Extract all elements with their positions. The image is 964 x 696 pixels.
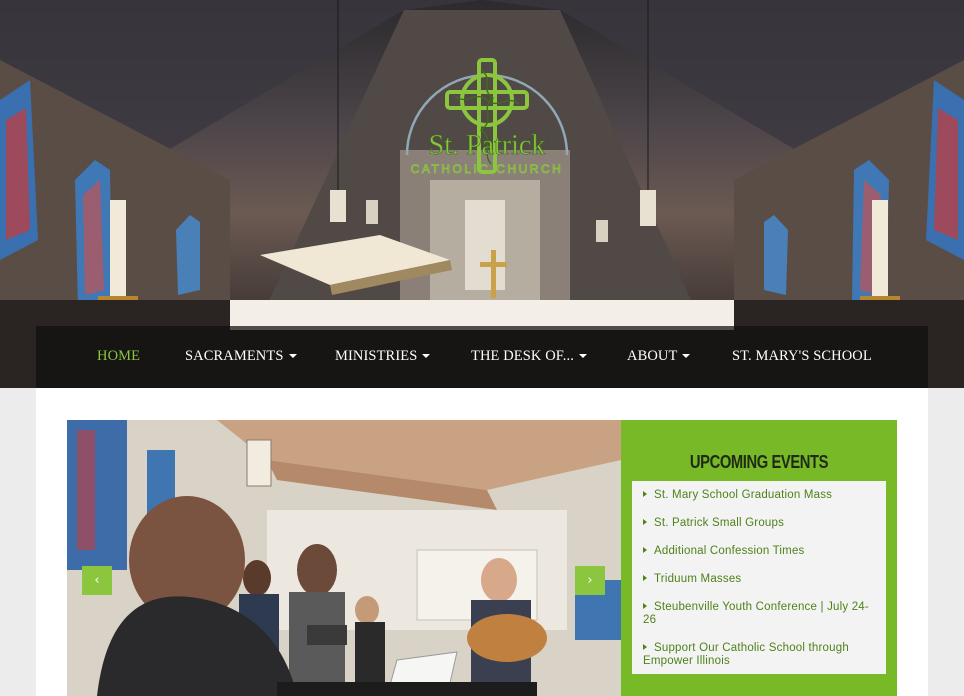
nav-item-ministries[interactable]: MINISTRIES — [335, 348, 431, 368]
event-link[interactable]: Support Our Catholic School through Empo… — [643, 642, 879, 668]
nav-item-home[interactable]: HOME — [97, 348, 140, 368]
nav-item-about[interactable]: ABOUT — [627, 348, 691, 368]
upcoming-events-panel: UPCOMING EVENTS St. Mary School Graduati… — [621, 420, 897, 696]
event-link[interactable]: Steubenville Youth Conference | July 24-… — [643, 601, 879, 627]
caret-right-icon — [643, 519, 647, 525]
event-label: Additional Confession Times — [654, 545, 805, 557]
logo-name-line1: St. Patrick — [429, 130, 546, 161]
parish-logo[interactable]: St. Patrick CATHOLIC CHURCH — [385, 40, 589, 190]
nav-item-label: THE DESK OF... — [471, 348, 574, 364]
slider-prev-button[interactable]: ‹ — [82, 566, 112, 595]
nav-item-label: HOME — [97, 348, 141, 364]
photo-slider — [67, 420, 621, 696]
caret-down-icon — [578, 353, 587, 358]
nav-item-label: SACRAMENTS — [185, 348, 284, 364]
event-label: Support Our Catholic School through Empo… — [643, 642, 849, 667]
logo-name-line2: CATHOLIC CHURCH — [411, 162, 564, 176]
event-label: Triduum Masses — [654, 573, 742, 585]
nav-item-sacraments[interactable]: SACRAMENTS — [185, 348, 297, 368]
nav-item-label: ABOUT — [627, 348, 678, 364]
nav-item-label: ST. MARY'S SCHOOL — [732, 348, 872, 364]
event-link[interactable]: Triduum Masses — [643, 573, 879, 586]
event-label: Steubenville Youth Conference | July 24-… — [643, 601, 869, 626]
events-list: St. Mary School Graduation Mass St. Patr… — [632, 481, 886, 674]
event-link[interactable]: St. Patrick Small Groups — [643, 517, 879, 530]
caret-right-icon — [643, 603, 647, 609]
nav-item-st-marys-school[interactable]: ST. MARY'S SCHOOL — [732, 348, 872, 368]
events-title: UPCOMING EVENTS — [689, 452, 829, 472]
celtic-cross-icon: St. Patrick CATHOLIC CHURCH — [405, 58, 569, 176]
caret-right-icon — [643, 547, 647, 553]
event-link[interactable]: St. Mary School Graduation Mass — [643, 489, 879, 502]
caret-right-icon — [643, 575, 647, 581]
worship-band-photo — [67, 420, 621, 696]
caret-right-icon — [643, 491, 647, 497]
slider-next-button[interactable]: › — [575, 566, 605, 595]
event-label: St. Patrick Small Groups — [654, 517, 785, 529]
event-label: St. Mary School Graduation Mass — [654, 489, 833, 501]
caret-down-icon — [422, 353, 431, 358]
nav-item-label: MINISTRIES — [335, 348, 418, 364]
main-nav: HOME SACRAMENTS MINISTRIES THE DESK OF..… — [36, 326, 928, 388]
caret-down-icon — [288, 353, 297, 358]
caret-down-icon — [682, 353, 691, 358]
caret-right-icon — [643, 644, 647, 650]
event-link[interactable]: Additional Confession Times — [643, 545, 879, 558]
nav-item-desk-of[interactable]: THE DESK OF... — [471, 348, 587, 368]
